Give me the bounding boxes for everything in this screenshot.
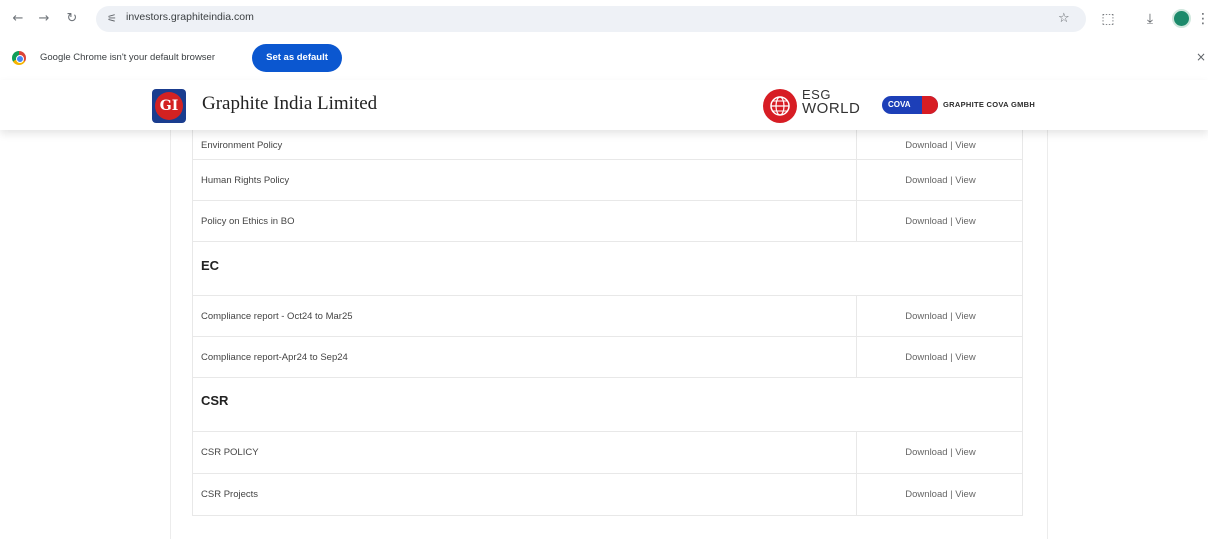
- close-icon[interactable]: ×: [1196, 50, 1206, 64]
- download-view-link[interactable]: Download | View: [857, 140, 1024, 151]
- row-action-cell: Download | View: [856, 432, 1023, 473]
- row-label: Compliance report-Apr24 to Sep24: [201, 352, 348, 363]
- download-view-link[interactable]: Download | View: [857, 311, 1024, 322]
- bookmark-star-icon[interactable]: ☆: [1058, 10, 1070, 28]
- esg-line2: WORLD: [802, 100, 861, 117]
- download-icon[interactable]: ⤓: [1140, 9, 1160, 29]
- default-browser-infobar: Google Chrome isn't your default browser…: [0, 38, 1208, 80]
- row-label: Policy on Ethics in BO: [201, 216, 295, 227]
- cova-red-segment: [922, 96, 938, 114]
- company-name[interactable]: Graphite India Limited: [202, 93, 377, 115]
- company-logo[interactable]: GI: [152, 89, 186, 123]
- download-view-link[interactable]: Download | View: [857, 352, 1024, 363]
- row-action-cell: Download | View: [856, 337, 1023, 377]
- row-label: Human Rights Policy: [201, 175, 290, 186]
- set-as-default-button[interactable]: Set as default: [252, 44, 342, 72]
- download-view-link[interactable]: Download | View: [857, 175, 1024, 186]
- table-row: CSR POLICY Download | View: [192, 432, 1023, 474]
- table-row: Compliance report - Oct24 to Mar25 Downl…: [192, 296, 1023, 337]
- cova-badge-text: COVA: [888, 100, 911, 109]
- section-title: CSR: [201, 393, 229, 408]
- table-row: Policy on Ethics in BO Download | View: [192, 201, 1023, 242]
- row-action-cell: Download | View: [856, 474, 1023, 515]
- back-arrow-icon[interactable]: ←: [8, 9, 28, 29]
- forward-arrow-icon[interactable]: →: [34, 9, 54, 29]
- address-bar[interactable]: ⚟ investors.graphiteindia.com ☆: [96, 6, 1086, 32]
- menu-icon[interactable]: ⋮: [1196, 9, 1208, 29]
- table-row: CSR Projects Download | View: [192, 474, 1023, 516]
- reload-icon[interactable]: ↻: [62, 9, 82, 29]
- row-label: Compliance report - Oct24 to Mar25: [201, 311, 353, 322]
- logo-text: GI: [155, 92, 183, 120]
- extensions-icon[interactable]: ⬚: [1098, 9, 1118, 29]
- section-title: EC: [201, 258, 220, 273]
- section-header-csr: CSR: [192, 378, 1023, 432]
- section-header-ec: EC: [192, 242, 1023, 296]
- row-action-cell: Download | View: [856, 160, 1023, 200]
- site-header: GI Graphite India Limited ESG WORLD COVA…: [0, 80, 1208, 130]
- globe-icon[interactable]: [763, 89, 797, 123]
- esg-world-logo[interactable]: ESG WORLD: [802, 88, 861, 117]
- download-view-link[interactable]: Download | View: [857, 447, 1024, 458]
- download-view-link[interactable]: Download | View: [857, 216, 1024, 227]
- infobar-message: Google Chrome isn't your default browser: [40, 52, 216, 63]
- url-text[interactable]: investors.graphiteindia.com: [126, 11, 254, 23]
- row-action-cell: Download | View: [856, 201, 1023, 241]
- row-label: CSR POLICY: [201, 447, 259, 458]
- site-info-icon[interactable]: ⚟: [104, 10, 120, 28]
- table-row: Compliance report-Apr24 to Sep24 Downloa…: [192, 337, 1023, 378]
- chrome-logo-icon: [12, 51, 26, 65]
- cova-company-name[interactable]: GRAPHITE COVA GMBH: [943, 100, 1035, 109]
- profile-avatar[interactable]: [1172, 9, 1191, 28]
- download-view-link[interactable]: Download | View: [857, 489, 1024, 500]
- table-row: Human Rights Policy Download | View: [192, 160, 1023, 201]
- browser-toolbar: ← → ↻ ⚟ investors.graphiteindia.com ☆ ⬚ …: [0, 0, 1208, 38]
- row-action-cell: Download | View: [856, 296, 1023, 336]
- row-label: CSR Projects: [201, 489, 259, 500]
- table-row: Environment Policy Download | View: [192, 130, 1023, 160]
- row-action-cell: Download | View: [856, 130, 1023, 159]
- cova-logo[interactable]: COVA: [882, 96, 938, 114]
- row-label: Environment Policy: [201, 140, 283, 151]
